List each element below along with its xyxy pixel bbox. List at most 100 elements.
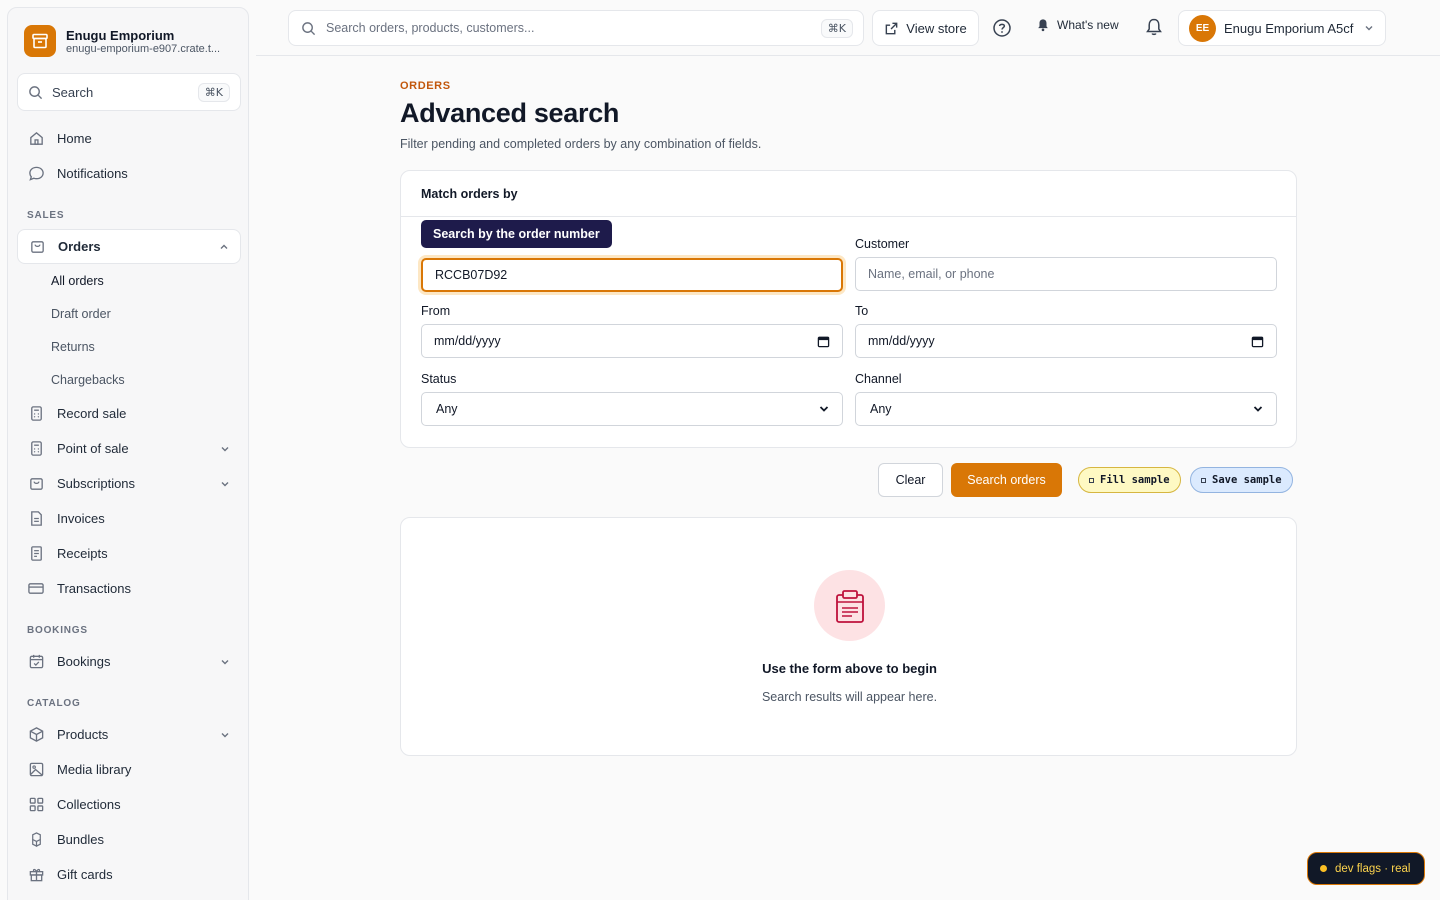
shopping-bag-icon: [28, 238, 46, 256]
sidebar-item-transactions[interactable]: Transactions: [17, 571, 241, 606]
sidebar-item-label: Receipts: [57, 546, 108, 561]
calendar-icon[interactable]: [817, 335, 830, 348]
save-sample-button[interactable]: Save sample: [1190, 467, 1293, 493]
store-switcher[interactable]: Enugu Emporium enugu-emporium-e907.crate…: [24, 25, 234, 57]
sidebar-item-bundles[interactable]: Bundles: [17, 822, 241, 857]
sidebar-item-media-library[interactable]: Media library: [17, 752, 241, 787]
whats-new-button[interactable]: What's new: [1036, 18, 1119, 32]
document-icon: [27, 510, 45, 528]
to-date-value: mm/dd/yyyy: [868, 334, 935, 348]
to-label: To: [855, 304, 869, 318]
bundle-icon: [27, 831, 45, 849]
sidebar-item-label: Transactions: [57, 581, 131, 596]
sidebar-item-gift-cards[interactable]: Gift cards: [17, 857, 241, 892]
dev-flags-label: dev flags · real: [1335, 862, 1411, 875]
page-eyebrow: ORDERS: [400, 80, 451, 92]
sidebar-item-label: Products: [57, 727, 109, 742]
sidebar-item-bookings[interactable]: Bookings: [17, 644, 241, 679]
search-icon: [302, 21, 316, 35]
shopping-bag-icon: [27, 475, 45, 493]
dev-flags-badge[interactable]: dev flags · real: [1307, 852, 1425, 885]
view-store-button[interactable]: View store: [872, 10, 979, 46]
sidebar: Enugu Emporium enugu-emporium-e907.crate…: [7, 7, 249, 900]
calculator-icon: [27, 440, 45, 458]
store-name: Enugu Emporium: [66, 27, 175, 43]
whats-new-label: What's new: [1057, 18, 1119, 32]
sidebar-subitem-all-orders[interactable]: All orders: [17, 264, 241, 297]
sidebar-item-label: Invoices: [57, 511, 105, 526]
calendar-icon[interactable]: [1251, 335, 1264, 348]
fill-sample-button[interactable]: Fill sample: [1078, 467, 1181, 493]
sidebar-section-bookings: BOOKINGS: [27, 625, 88, 636]
to-date-input[interactable]: mm/dd/yyyy: [855, 324, 1277, 358]
sidebar-item-home[interactable]: Home: [17, 121, 241, 156]
sidebar-item-products[interactable]: Products: [17, 717, 241, 752]
sidebar-item-label: Bundles: [57, 832, 104, 847]
page-description: Filter pending and completed orders by a…: [400, 137, 762, 151]
sidebar-item-subscriptions[interactable]: Subscriptions: [17, 466, 241, 501]
chevron-down-icon: [221, 659, 229, 664]
status-label: Status: [421, 372, 457, 386]
help-icon[interactable]: [992, 18, 1012, 38]
from-label: From: [421, 304, 451, 318]
search-orders-button[interactable]: Search orders: [951, 463, 1062, 497]
sidebar-item-record-sale[interactable]: Record sale: [17, 396, 241, 431]
sidebar-item-label: Bookings: [57, 654, 111, 669]
from-date-value: mm/dd/yyyy: [434, 334, 501, 348]
channel-value: Any: [870, 402, 892, 416]
avatar: EE: [1189, 14, 1216, 42]
chevron-down-icon: [819, 406, 829, 412]
sidebar-item-label: Media library: [57, 762, 132, 777]
fill-sample-label: Fill sample: [1100, 474, 1170, 486]
global-search-shortcut: ⌘K: [820, 18, 853, 38]
sidebar-search[interactable]: Search ⌘K: [17, 73, 241, 111]
form-actions: Clear Search orders Fill sample Save sam…: [400, 463, 1297, 497]
sidebar-nav: Home Notifications SALES Orders All orde…: [17, 121, 241, 892]
save-sample-label: Save sample: [1212, 474, 1282, 486]
order-number-input[interactable]: RCCB07D92: [421, 258, 843, 292]
cube-icon: [27, 726, 45, 744]
sidebar-subitem-chargebacks[interactable]: Chargebacks: [17, 363, 241, 396]
global-search-input[interactable]: Search orders, products, customers... ⌘K: [288, 10, 864, 46]
gift-icon: [27, 866, 45, 884]
topbar: Search orders, products, customers... ⌘K…: [256, 0, 1440, 56]
clear-button[interactable]: Clear: [878, 463, 943, 497]
sidebar-item-point-of-sale[interactable]: Point of sale: [17, 431, 241, 466]
customer-input[interactable]: Name, email, or phone: [855, 257, 1277, 291]
external-link-icon: [885, 22, 898, 34]
status-value: Any: [436, 402, 458, 416]
sidebar-subitem-draft-order[interactable]: Draft order: [17, 297, 241, 330]
channel-select[interactable]: Any: [855, 392, 1277, 426]
from-date-input[interactable]: mm/dd/yyyy: [421, 324, 843, 358]
receipt-icon: [27, 545, 45, 563]
channel-field: Channel Any: [855, 372, 1277, 426]
account-menu[interactable]: EE Enugu Emporium A5cf: [1178, 10, 1386, 46]
sidebar-item-orders[interactable]: Orders: [17, 229, 241, 264]
empty-state-title: Use the form above to begin: [762, 661, 937, 676]
grid-icon: [27, 796, 45, 814]
sidebar-item-label: Orders: [58, 239, 101, 254]
sidebar-item-label: Gift cards: [57, 867, 113, 882]
calendar-check-icon: [27, 653, 45, 671]
sidebar-subitem-returns[interactable]: Returns: [17, 330, 241, 363]
sidebar-item-invoices[interactable]: Invoices: [17, 501, 241, 536]
square-icon: [1201, 477, 1206, 483]
calculator-icon: [27, 405, 45, 423]
sidebar-item-collections[interactable]: Collections: [17, 787, 241, 822]
account-name: Enugu Emporium A5cf: [1224, 20, 1354, 36]
page-title: Advanced search: [400, 98, 620, 128]
status-select[interactable]: Any: [421, 392, 843, 426]
sidebar-item-receipts[interactable]: Receipts: [17, 536, 241, 571]
chevron-down-icon: [1253, 406, 1263, 412]
order-number-tooltip: Search by the order number: [421, 220, 612, 248]
sidebar-item-label: Record sale: [57, 406, 127, 421]
chat-bubble-icon: [27, 165, 45, 183]
status-field: Status Any: [421, 372, 843, 426]
channel-label: Channel: [855, 372, 902, 386]
notifications-bell-icon[interactable]: [1144, 17, 1164, 40]
sidebar-item-notifications[interactable]: Notifications: [17, 156, 241, 191]
sidebar-item-label: Point of sale: [57, 441, 129, 456]
chevron-down-icon: [221, 732, 229, 737]
store-domain: enugu-emporium-e907.crate.t...: [66, 42, 221, 55]
view-store-label: View store: [906, 20, 967, 36]
